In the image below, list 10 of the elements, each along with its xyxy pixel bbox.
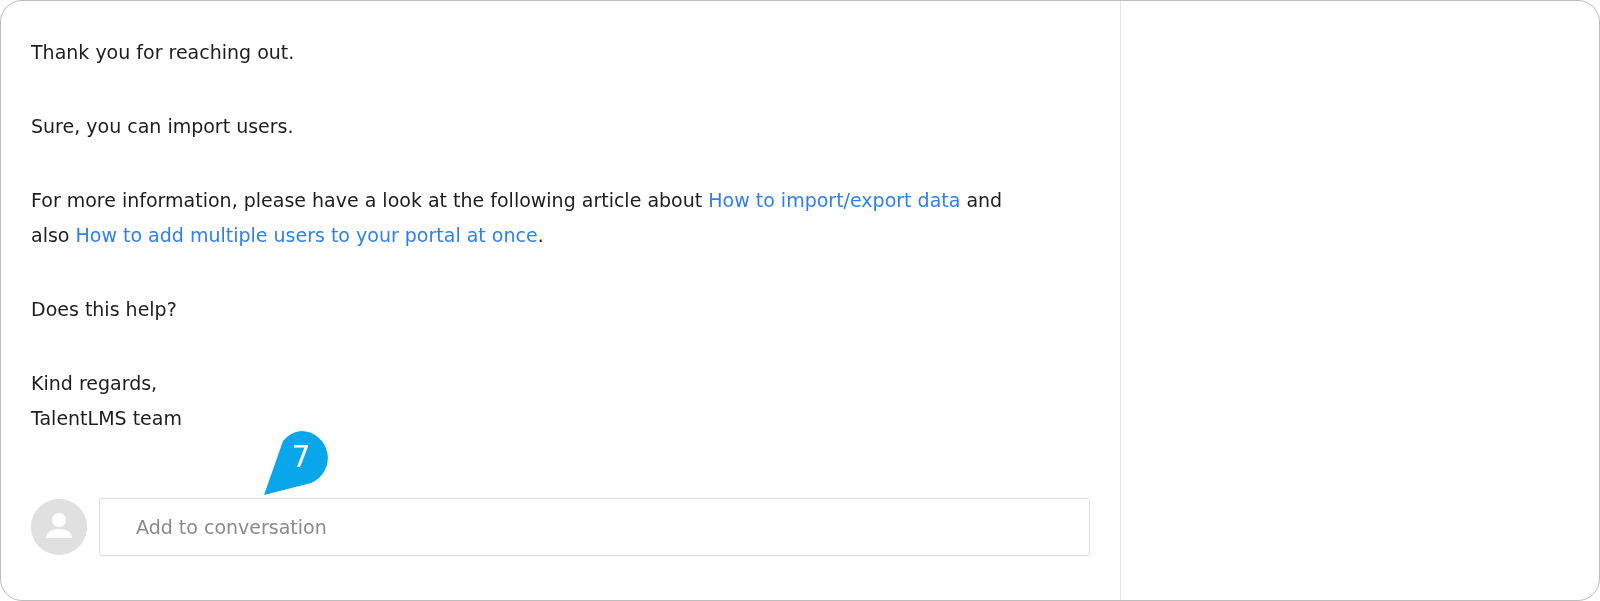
article-link[interactable]: How to import/export data — [708, 189, 961, 211]
message-paragraph: Does this help? — [31, 297, 178, 322]
article-link[interactable]: How to add multiple users to your portal at once — [75, 224, 538, 246]
message-paragraph: For more information, please have a look at the following article about How to import/export data and also How to add multiple users to your portal at once. — [31, 188, 1004, 248]
reply-field[interactable]: Add to conversation — [99, 498, 1090, 556]
message-paragraph: Sure, you can import users. — [31, 114, 295, 139]
message-paragraph: Thank you for reaching out. — [31, 40, 296, 65]
signature-line: Kind regards, — [31, 371, 159, 396]
callout-number: 7 — [290, 439, 312, 475]
signature-line: TalentLMS team — [31, 406, 183, 431]
